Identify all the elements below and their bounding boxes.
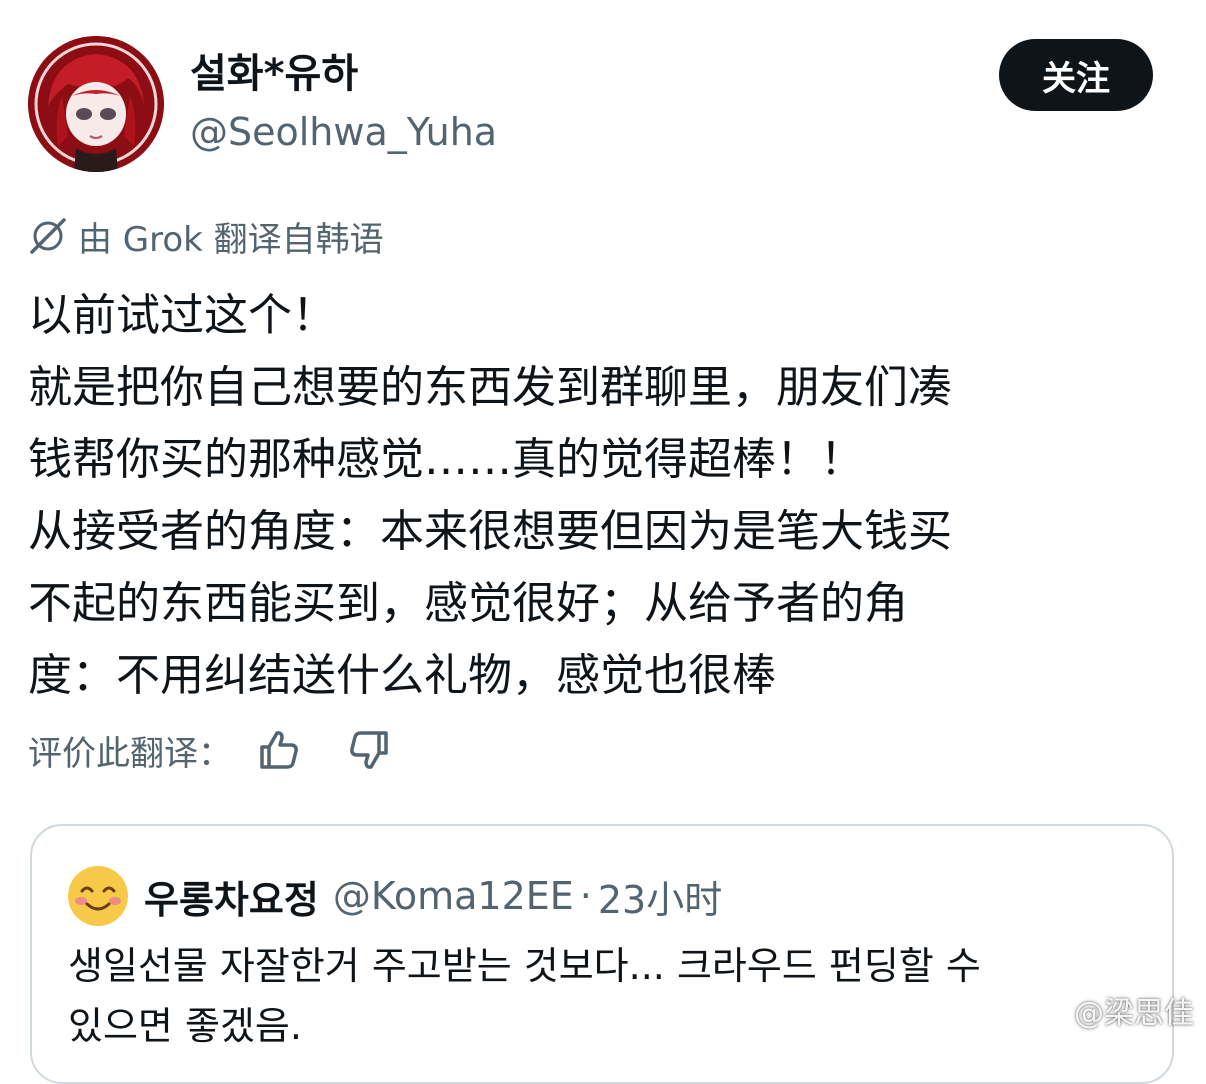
quoted-author-name[interactable]: 우롱차요정 (144, 869, 319, 924)
thumbs-down-icon (350, 731, 388, 769)
tweet-line: 以前试过这个！ (28, 290, 336, 341)
translation-like-button[interactable] (256, 727, 302, 773)
author-display-name[interactable]: 설화*유하 (190, 44, 358, 104)
rate-translation-label: 评价此翻译： (28, 733, 232, 774)
anime-avatar-icon (28, 36, 164, 172)
watermark: @梁思佳 (1028, 988, 1194, 1032)
tweet-text: 以前试过这个！ 就是把你自己想要的东西发到群聊里，朋友们凑 钱帮你买的那种感觉…… (28, 280, 1178, 712)
quoted-author-avatar[interactable] (68, 866, 128, 926)
translation-dislike-button[interactable] (346, 727, 392, 773)
tweet-line: 钱帮你买的那种感觉……真的觉得超棒！！ (28, 434, 864, 485)
grok-icon (30, 218, 66, 254)
author-handle[interactable]: @Seolhwa_Yuha (190, 104, 497, 160)
quoted-tweet-header: 우롱차요정 @Koma12EE · 23小时 (68, 866, 722, 926)
quoted-timestamp[interactable]: 23小时 (598, 869, 722, 924)
quoted-tweet-line: 있으면 좋겠음. (68, 1004, 302, 1048)
follow-button[interactable]: 关注 (999, 39, 1153, 111)
quoted-tweet-card[interactable]: 우롱차요정 @Koma12EE · 23小时 생일선물 자잘한거 주고받는 것보… (30, 824, 1174, 1084)
quoted-author-handle[interactable]: @Koma12EE (333, 874, 574, 918)
thumbs-up-icon (260, 731, 298, 769)
quoted-separator: · (579, 874, 592, 918)
rate-translation-row: 评价此翻译： (28, 720, 392, 780)
tweet-line: 就是把你自己想要的东西发到群聊里，朋友们凑 (28, 362, 952, 413)
translation-notice: 由 Grok 翻译自韩语 (28, 210, 384, 262)
tweet-line: 不起的东西能买到，感觉很好；从给予者的角 (28, 578, 908, 629)
quoted-tweet-text: 생일선물 자잘한거 주고받는 것보다... 크라우드 펀딩할 수 있으면 좋겠음… (68, 936, 1148, 1056)
tweet-line: 度：不用纠结送什么礼物，感觉也很棒 (28, 650, 776, 701)
watermark-text: @梁思佳 (1074, 996, 1194, 1031)
smiling-face-emoji-icon (69, 867, 127, 925)
author-avatar[interactable] (28, 36, 164, 172)
tweet-line: 从接受者的角度：本来很想要但因为是笔大钱买 (28, 506, 952, 557)
translation-notice-text: 由 Grok 翻译自韩语 (78, 219, 384, 260)
quoted-tweet-line: 생일선물 자잘한거 주고받는 것보다... 크라우드 펀딩할 수 (68, 944, 981, 988)
weibo-logo-icon (1028, 997, 1066, 1027)
